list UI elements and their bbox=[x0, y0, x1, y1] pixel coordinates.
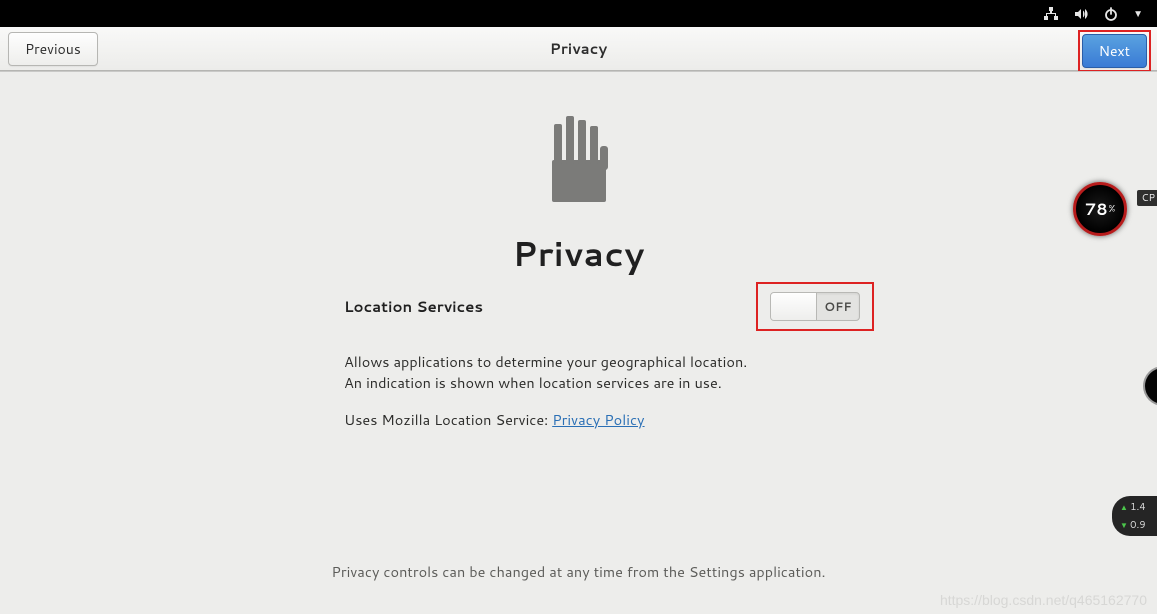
previous-button[interactable]: Previous bbox=[8, 32, 98, 66]
location-services-label: Location Services bbox=[344, 296, 483, 317]
location-services-row: Location Services OFF bbox=[344, 282, 844, 331]
secondary-gauge-partial bbox=[1143, 366, 1157, 406]
network-pill[interactable]: 1.4 0.9 bbox=[1112, 496, 1157, 536]
gauge-pct: % bbox=[1109, 202, 1116, 216]
location-services-description: Allows applications to determine your ge… bbox=[344, 351, 764, 393]
cpu-gauge[interactable]: 78% bbox=[1073, 182, 1127, 236]
content-area: Privacy Location Services OFF Allows app… bbox=[0, 71, 1157, 614]
page-title: Privacy bbox=[550, 38, 607, 59]
watermark: https://blog.csdn.net/q465162770 bbox=[940, 592, 1147, 608]
next-button[interactable]: Next bbox=[1082, 34, 1147, 68]
network-icon[interactable] bbox=[1043, 6, 1059, 22]
net-down: 0.9 bbox=[1120, 518, 1157, 532]
toggle-knob bbox=[771, 293, 817, 320]
next-button-highlight: Next bbox=[1078, 30, 1151, 72]
title-bar: Previous Privacy Next bbox=[0, 27, 1157, 71]
system-bar: ▼ bbox=[0, 0, 1157, 27]
location-services-toggle[interactable]: OFF bbox=[770, 292, 860, 321]
privacy-policy-link[interactable]: Privacy Policy bbox=[552, 409, 644, 430]
net-up: 1.4 bbox=[1120, 500, 1157, 514]
gauge-label: CP bbox=[1137, 190, 1157, 206]
provider-prefix: Uses Mozilla Location Service: bbox=[344, 409, 552, 430]
power-icon[interactable] bbox=[1103, 6, 1119, 22]
privacy-hand-icon bbox=[534, 114, 624, 210]
dropdown-icon[interactable]: ▼ bbox=[1133, 7, 1143, 21]
toggle-state-label: OFF bbox=[817, 298, 859, 315]
volume-icon[interactable] bbox=[1073, 6, 1089, 22]
hero-title: Privacy bbox=[512, 229, 644, 277]
location-services-section: Location Services OFF Allows application… bbox=[344, 282, 844, 430]
footer-note: Privacy controls can be changed at any t… bbox=[331, 561, 825, 582]
gauge-value: 78 bbox=[1085, 198, 1108, 221]
location-services-provider: Uses Mozilla Location Service: Privacy P… bbox=[344, 409, 844, 430]
toggle-highlight: OFF bbox=[756, 282, 874, 331]
